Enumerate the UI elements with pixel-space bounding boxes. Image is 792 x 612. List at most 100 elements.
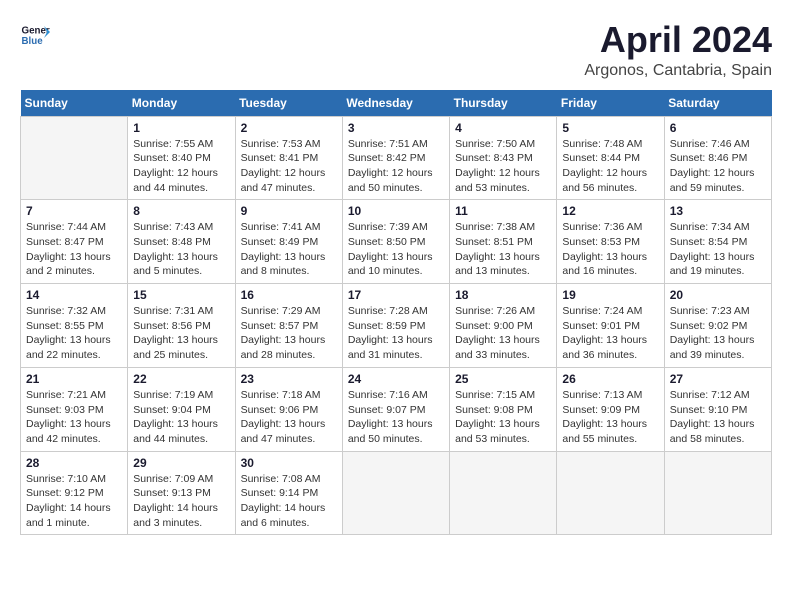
day-info: Sunrise: 7:18 AM Sunset: 9:06 PM Dayligh… bbox=[241, 388, 337, 447]
day-number: 25 bbox=[455, 372, 551, 386]
col-tuesday: Tuesday bbox=[235, 90, 342, 117]
calendar-cell: 6 Sunrise: 7:46 AM Sunset: 8:46 PM Daylig… bbox=[664, 116, 771, 200]
day-info: Sunrise: 7:23 AM Sunset: 9:02 PM Dayligh… bbox=[670, 304, 766, 363]
calendar-cell: 15Sunrise: 7:31 AM Sunset: 8:56 PM Dayli… bbox=[128, 284, 235, 368]
week-row-1: 1Sunrise: 7:55 AM Sunset: 8:40 PM Daylig… bbox=[21, 116, 772, 200]
day-info: Sunrise: 7:32 AM Sunset: 8:55 PM Dayligh… bbox=[26, 304, 122, 363]
calendar-cell bbox=[21, 116, 128, 200]
day-number: 24 bbox=[348, 372, 444, 386]
calendar-cell bbox=[342, 451, 449, 535]
col-saturday: Saturday bbox=[664, 90, 771, 117]
day-info: Sunrise: 7:34 AM Sunset: 8:54 PM Dayligh… bbox=[670, 220, 766, 279]
week-row-5: 28 Sunrise: 7:10 AM Sunset: 9:12 PM Dayli… bbox=[21, 451, 772, 535]
calendar-cell: 18Sunrise: 7:26 AM Sunset: 9:00 PM Dayli… bbox=[450, 284, 557, 368]
day-info: Sunrise: 7:29 AM Sunset: 8:57 PM Dayligh… bbox=[241, 304, 337, 363]
day-info: Sunrise: 7:44 AM Sunset: 8:47 PM Dayligh… bbox=[26, 220, 122, 279]
day-info: Sunrise: 7:16 AM Sunset: 9:07 PM Dayligh… bbox=[348, 388, 444, 447]
calendar-cell: 25 Sunrise: 7:15 AM Sunset: 9:08 PM Dayli… bbox=[450, 367, 557, 451]
day-number: 28 bbox=[26, 456, 122, 470]
day-number: 22 bbox=[133, 372, 229, 386]
day-number: 26 bbox=[562, 372, 658, 386]
calendar-cell: 4 Sunrise: 7:50 AM Sunset: 8:43 PM Daylig… bbox=[450, 116, 557, 200]
day-number: 23 bbox=[241, 372, 337, 386]
day-number: 20 bbox=[670, 288, 766, 302]
day-info: Sunrise: 7:38 AM Sunset: 8:51 PM Dayligh… bbox=[455, 220, 551, 279]
week-row-4: 21 Sunrise: 7:21 AM Sunset: 9:03 PM Dayli… bbox=[21, 367, 772, 451]
day-info: Sunrise: 7:21 AM Sunset: 9:03 PM Dayligh… bbox=[26, 388, 122, 447]
day-info: Sunrise: 7:41 AM Sunset: 8:49 PM Dayligh… bbox=[241, 220, 337, 279]
day-info: Sunrise: 7:09 AM Sunset: 9:13 PM Dayligh… bbox=[133, 472, 229, 531]
calendar-cell bbox=[664, 451, 771, 535]
week-row-3: 14Sunrise: 7:32 AM Sunset: 8:55 PM Dayli… bbox=[21, 284, 772, 368]
day-info: Sunrise: 7:43 AM Sunset: 8:48 PM Dayligh… bbox=[133, 220, 229, 279]
calendar-cell: 22 Sunrise: 7:19 AM Sunset: 9:04 PM Dayli… bbox=[128, 367, 235, 451]
day-number: 6 bbox=[670, 121, 766, 135]
day-number: 12 bbox=[562, 204, 658, 218]
day-number: 16 bbox=[241, 288, 337, 302]
day-info: Sunrise: 7:46 AM Sunset: 8:46 PM Dayligh… bbox=[670, 137, 766, 196]
logo-icon: General Blue bbox=[20, 20, 50, 50]
day-number: 11 bbox=[455, 204, 551, 218]
calendar-cell: 29 Sunrise: 7:09 AM Sunset: 9:13 PM Dayli… bbox=[128, 451, 235, 535]
day-number: 2 bbox=[241, 121, 337, 135]
calendar-cell: 14Sunrise: 7:32 AM Sunset: 8:55 PM Dayli… bbox=[21, 284, 128, 368]
calendar-cell: 20 Sunrise: 7:23 AM Sunset: 9:02 PM Dayli… bbox=[664, 284, 771, 368]
calendar-cell: 28 Sunrise: 7:10 AM Sunset: 9:12 PM Dayli… bbox=[21, 451, 128, 535]
day-info: Sunrise: 7:15 AM Sunset: 9:08 PM Dayligh… bbox=[455, 388, 551, 447]
day-info: Sunrise: 7:51 AM Sunset: 8:42 PM Dayligh… bbox=[348, 137, 444, 196]
day-number: 30 bbox=[241, 456, 337, 470]
calendar-body: 1Sunrise: 7:55 AM Sunset: 8:40 PM Daylig… bbox=[21, 116, 772, 535]
day-number: 27 bbox=[670, 372, 766, 386]
day-number: 8 bbox=[133, 204, 229, 218]
calendar-cell: 2 Sunrise: 7:53 AM Sunset: 8:41 PM Daylig… bbox=[235, 116, 342, 200]
col-monday: Monday bbox=[128, 90, 235, 117]
day-number: 10 bbox=[348, 204, 444, 218]
title-section: April 2024 Argonos, Cantabria, Spain bbox=[584, 20, 772, 80]
day-number: 3 bbox=[348, 121, 444, 135]
calendar-cell: 19 Sunrise: 7:24 AM Sunset: 9:01 PM Dayli… bbox=[557, 284, 664, 368]
page-header: General Blue April 2024 Argonos, Cantabr… bbox=[20, 20, 772, 80]
day-info: Sunrise: 7:55 AM Sunset: 8:40 PM Dayligh… bbox=[133, 137, 229, 196]
day-info: Sunrise: 7:12 AM Sunset: 9:10 PM Dayligh… bbox=[670, 388, 766, 447]
day-info: Sunrise: 7:26 AM Sunset: 9:00 PM Dayligh… bbox=[455, 304, 551, 363]
day-number: 21 bbox=[26, 372, 122, 386]
calendar-cell: 8 Sunrise: 7:43 AM Sunset: 8:48 PM Daylig… bbox=[128, 200, 235, 284]
day-number: 13 bbox=[670, 204, 766, 218]
col-sunday: Sunday bbox=[21, 90, 128, 117]
calendar-cell: 7 Sunrise: 7:44 AM Sunset: 8:47 PM Daylig… bbox=[21, 200, 128, 284]
calendar-cell: 12Sunrise: 7:36 AM Sunset: 8:53 PM Dayli… bbox=[557, 200, 664, 284]
calendar-table: Sunday Monday Tuesday Wednesday Thursday… bbox=[20, 90, 772, 536]
day-info: Sunrise: 7:53 AM Sunset: 8:41 PM Dayligh… bbox=[241, 137, 337, 196]
day-info: Sunrise: 7:19 AM Sunset: 9:04 PM Dayligh… bbox=[133, 388, 229, 447]
day-number: 7 bbox=[26, 204, 122, 218]
calendar-cell: 17Sunrise: 7:28 AM Sunset: 8:59 PM Dayli… bbox=[342, 284, 449, 368]
calendar-cell: 27 Sunrise: 7:12 AM Sunset: 9:10 PM Dayli… bbox=[664, 367, 771, 451]
calendar-cell bbox=[557, 451, 664, 535]
day-info: Sunrise: 7:10 AM Sunset: 9:12 PM Dayligh… bbox=[26, 472, 122, 531]
col-friday: Friday bbox=[557, 90, 664, 117]
calendar-cell: 16 Sunrise: 7:29 AM Sunset: 8:57 PM Dayli… bbox=[235, 284, 342, 368]
day-number: 29 bbox=[133, 456, 229, 470]
day-info: Sunrise: 7:24 AM Sunset: 9:01 PM Dayligh… bbox=[562, 304, 658, 363]
calendar-cell: 13 Sunrise: 7:34 AM Sunset: 8:54 PM Dayli… bbox=[664, 200, 771, 284]
header-row: Sunday Monday Tuesday Wednesday Thursday… bbox=[21, 90, 772, 117]
week-row-2: 7 Sunrise: 7:44 AM Sunset: 8:47 PM Daylig… bbox=[21, 200, 772, 284]
day-info: Sunrise: 7:39 AM Sunset: 8:50 PM Dayligh… bbox=[348, 220, 444, 279]
col-thursday: Thursday bbox=[450, 90, 557, 117]
col-wednesday: Wednesday bbox=[342, 90, 449, 117]
logo: General Blue bbox=[20, 20, 50, 50]
day-info: Sunrise: 7:48 AM Sunset: 8:44 PM Dayligh… bbox=[562, 137, 658, 196]
calendar-cell: 1Sunrise: 7:55 AM Sunset: 8:40 PM Daylig… bbox=[128, 116, 235, 200]
day-info: Sunrise: 7:31 AM Sunset: 8:56 PM Dayligh… bbox=[133, 304, 229, 363]
calendar-cell: 5 Sunrise: 7:48 AM Sunset: 8:44 PM Daylig… bbox=[557, 116, 664, 200]
day-number: 17 bbox=[348, 288, 444, 302]
calendar-cell bbox=[450, 451, 557, 535]
calendar-title: April 2024 bbox=[584, 20, 772, 60]
day-number: 4 bbox=[455, 121, 551, 135]
calendar-cell: 9 Sunrise: 7:41 AM Sunset: 8:49 PM Daylig… bbox=[235, 200, 342, 284]
day-info: Sunrise: 7:50 AM Sunset: 8:43 PM Dayligh… bbox=[455, 137, 551, 196]
calendar-cell: 26Sunrise: 7:13 AM Sunset: 9:09 PM Dayli… bbox=[557, 367, 664, 451]
day-number: 9 bbox=[241, 204, 337, 218]
day-number: 5 bbox=[562, 121, 658, 135]
day-number: 19 bbox=[562, 288, 658, 302]
